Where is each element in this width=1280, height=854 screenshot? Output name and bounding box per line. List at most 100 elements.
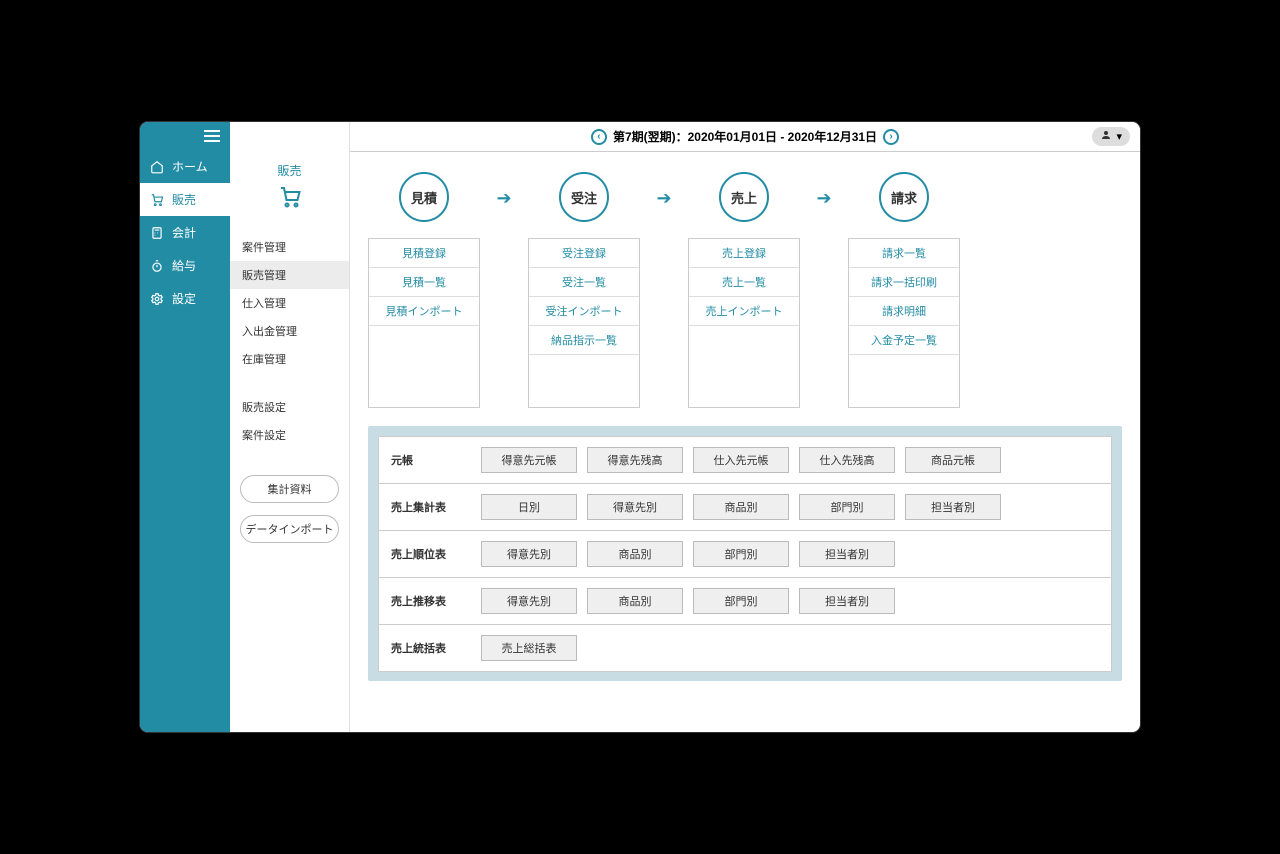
- cart-icon: [150, 193, 164, 207]
- flow-links-billing: 請求一覧 請求一括印刷 請求明細 入金予定一覧: [848, 238, 960, 408]
- subnav-item[interactable]: 案件設定: [230, 421, 349, 449]
- content-area: 見積 見積登録 見積一覧 見積インポート ➔ 受注 受注登録 受注一覧 受注イン…: [350, 152, 1140, 732]
- panel-button[interactable]: 商品元帳: [905, 447, 1001, 473]
- panel-button[interactable]: 担当者別: [799, 588, 895, 614]
- period-selector: ‹ 第7期(翌期)：2020年01月01日 - 2020年12月31日 ›: [591, 128, 899, 145]
- arrow-right-icon: ➔: [494, 172, 514, 209]
- hamburger-icon: [204, 130, 220, 142]
- flow-link[interactable]: 請求明細: [849, 297, 959, 326]
- user-icon: [1100, 129, 1112, 144]
- arrow-right-icon: ➔: [814, 172, 834, 209]
- flow-link[interactable]: 見積登録: [369, 239, 479, 268]
- flow-links-sales: 売上登録 売上一覧 売上インポート: [688, 238, 800, 408]
- panel-label: 元帳: [391, 452, 471, 468]
- flow-step-estimate: 見積: [399, 172, 449, 222]
- sidebar-label: 給与: [172, 257, 196, 274]
- flow-links-order: 受注登録 受注一覧 受注インポート 納品指示一覧: [528, 238, 640, 408]
- chevron-down-icon: ▾: [1116, 130, 1122, 143]
- flow-link[interactable]: 受注一覧: [529, 268, 639, 297]
- sidebar-item-payroll[interactable]: 給与: [140, 249, 230, 282]
- panel-button[interactable]: 部門別: [693, 588, 789, 614]
- panel-button[interactable]: 得意先別: [481, 588, 577, 614]
- panel-button[interactable]: 担当者別: [905, 494, 1001, 520]
- panel-button[interactable]: 売上総括表: [481, 635, 577, 661]
- sidebar-label: ホーム: [172, 158, 208, 175]
- panel-label: 売上集計表: [391, 499, 471, 515]
- sidebar-label: 設定: [172, 290, 196, 307]
- panel-row-ranking: 売上順位表 得意先別 商品別 部門別 担当者別: [378, 530, 1112, 578]
- panel-row-summary: 売上集計表 日別 得意先別 商品別 部門別 担当者別: [378, 483, 1112, 531]
- subnav-item[interactable]: 仕入管理: [230, 289, 349, 317]
- panel-button[interactable]: 得意先別: [481, 541, 577, 567]
- flow-link[interactable]: 売上インポート: [689, 297, 799, 326]
- flow-link[interactable]: 見積インポート: [369, 297, 479, 326]
- flow-link[interactable]: 売上登録: [689, 239, 799, 268]
- panel-button[interactable]: 商品別: [587, 588, 683, 614]
- main: ‹ 第7期(翌期)：2020年01月01日 - 2020年12月31日 › ▾ …: [350, 122, 1140, 732]
- flow-link[interactable]: 受注インポート: [529, 297, 639, 326]
- app-window: ホーム 販売 会計 給与 設定 販売: [140, 122, 1140, 732]
- panel-label: 売上順位表: [391, 546, 471, 562]
- panel-button[interactable]: 仕入先残高: [799, 447, 895, 473]
- flow-link[interactable]: 受注登録: [529, 239, 639, 268]
- flow-col-estimate: 見積 見積登録 見積一覧 見積インポート: [368, 172, 480, 408]
- flow-step-order: 受注: [559, 172, 609, 222]
- workflow-row: 見積 見積登録 見積一覧 見積インポート ➔ 受注 受注登録 受注一覧 受注イン…: [368, 172, 1122, 408]
- panel-button[interactable]: 担当者別: [799, 541, 895, 567]
- sidebar-item-home[interactable]: ホーム: [140, 150, 230, 183]
- flow-link[interactable]: 入金予定一覧: [849, 326, 959, 355]
- subnav-item[interactable]: 入出金管理: [230, 317, 349, 345]
- panel-button[interactable]: 商品別: [693, 494, 789, 520]
- sidebar-label: 販売: [172, 191, 196, 208]
- sidebar-item-accounting[interactable]: 会計: [140, 216, 230, 249]
- subnav-button-summary[interactable]: 集計資料: [240, 475, 339, 503]
- subnav-item[interactable]: 在庫管理: [230, 345, 349, 373]
- topbar: ‹ 第7期(翌期)：2020年01月01日 - 2020年12月31日 › ▾: [350, 122, 1140, 152]
- user-menu[interactable]: ▾: [1092, 127, 1130, 146]
- calculator-icon: [150, 226, 164, 240]
- subnav-item[interactable]: 販売管理: [230, 261, 349, 289]
- panel-button[interactable]: 得意先元帳: [481, 447, 577, 473]
- panel-button[interactable]: 得意先別: [587, 494, 683, 520]
- panel-label: 売上推移表: [391, 593, 471, 609]
- reports-panel: 元帳 得意先元帳 得意先残高 仕入先元帳 仕入先残高 商品元帳 売上集計表 日別…: [368, 426, 1122, 681]
- home-icon: [150, 160, 164, 174]
- flow-col-sales: 売上 売上登録 売上一覧 売上インポート: [688, 172, 800, 408]
- panel-row-ledger: 元帳 得意先元帳 得意先残高 仕入先元帳 仕入先残高 商品元帳: [378, 436, 1112, 484]
- flow-col-order: 受注 受注登録 受注一覧 受注インポート 納品指示一覧: [528, 172, 640, 408]
- panel-button[interactable]: 日別: [481, 494, 577, 520]
- menu-toggle[interactable]: [140, 122, 230, 150]
- flow-link[interactable]: 納品指示一覧: [529, 326, 639, 355]
- sidebar-item-sales[interactable]: 販売: [140, 183, 230, 216]
- flow-link[interactable]: 売上一覧: [689, 268, 799, 297]
- flow-step-billing: 請求: [879, 172, 929, 222]
- stopwatch-icon: [150, 259, 164, 273]
- panel-button[interactable]: 部門別: [799, 494, 895, 520]
- flow-step-sales: 売上: [719, 172, 769, 222]
- panel-button[interactable]: 仕入先元帳: [693, 447, 789, 473]
- gear-icon: [150, 292, 164, 306]
- panel-button[interactable]: 得意先残高: [587, 447, 683, 473]
- sidebar: ホーム 販売 会計 給与 設定: [140, 122, 230, 732]
- flow-col-billing: 請求 請求一覧 請求一括印刷 請求明細 入金予定一覧: [848, 172, 960, 408]
- arrow-right-icon: ➔: [654, 172, 674, 209]
- subnav-item[interactable]: 販売設定: [230, 393, 349, 421]
- panel-button[interactable]: 商品別: [587, 541, 683, 567]
- cart-icon: [230, 185, 349, 233]
- panel-row-trend: 売上推移表 得意先別 商品別 部門別 担当者別: [378, 577, 1112, 625]
- period-label: 第7期(翌期)：2020年01月01日 - 2020年12月31日: [613, 128, 877, 145]
- flow-link[interactable]: 請求一括印刷: [849, 268, 959, 297]
- panel-label: 売上統括表: [391, 640, 471, 656]
- flow-link[interactable]: 請求一覧: [849, 239, 959, 268]
- subnav-button-import[interactable]: データインポート: [240, 515, 339, 543]
- sidebar-label: 会計: [172, 224, 196, 241]
- next-period-button[interactable]: ›: [883, 129, 899, 145]
- prev-period-button[interactable]: ‹: [591, 129, 607, 145]
- subnav: 販売 案件管理 販売管理 仕入管理 入出金管理 在庫管理 販売設定 案件設定 集…: [230, 122, 350, 732]
- subnav-item[interactable]: 案件管理: [230, 233, 349, 261]
- panel-button[interactable]: 部門別: [693, 541, 789, 567]
- sidebar-item-settings[interactable]: 設定: [140, 282, 230, 315]
- flow-links-estimate: 見積登録 見積一覧 見積インポート: [368, 238, 480, 408]
- subnav-title: 販売: [230, 162, 349, 185]
- flow-link[interactable]: 見積一覧: [369, 268, 479, 297]
